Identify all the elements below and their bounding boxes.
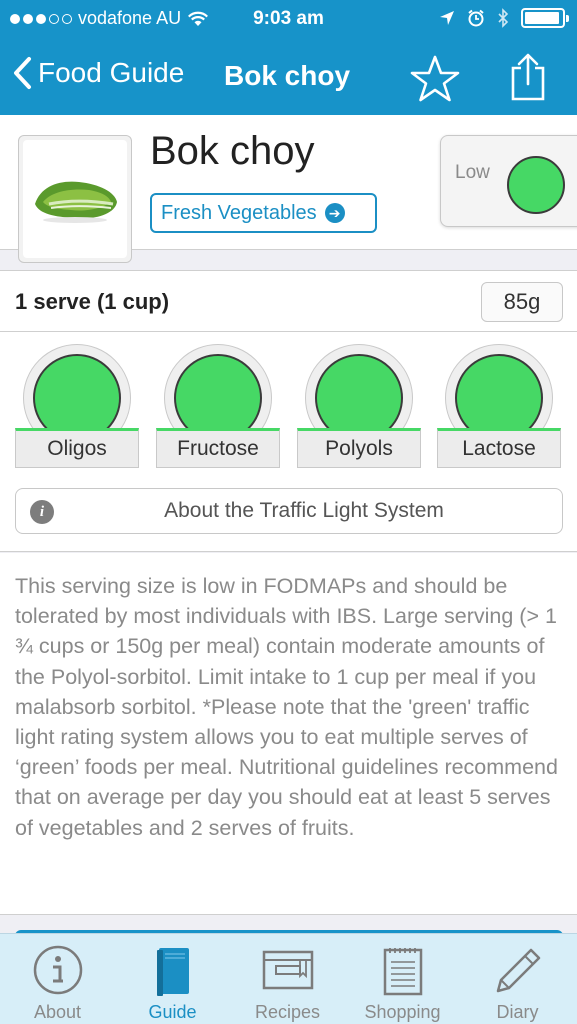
navigation-bar: Food Guide Bok choy [0, 40, 577, 115]
share-icon[interactable] [508, 52, 548, 102]
tab-label: Guide [148, 1002, 197, 1022]
info-icon [33, 945, 82, 995]
alarm-clock-icon [468, 9, 484, 27]
tab-label: About [33, 1002, 82, 1022]
arrow-right-circle-icon: ➔ [324, 203, 345, 223]
category-label: Fresh Vegetables [161, 201, 317, 224]
page-title: Bok choy [224, 60, 351, 91]
favorite-star-icon[interactable] [410, 54, 460, 102]
light-oligos[interactable]: Oligos [15, 344, 139, 468]
tab-label: Shopping [364, 1002, 441, 1022]
fodmap-lights-section: Oligos Fructose Polyols Lactose i About … [0, 332, 577, 552]
overall-rating-badge: Low [440, 135, 577, 227]
tab-label: Recipes [254, 1002, 321, 1022]
light-label: Oligos [15, 428, 139, 468]
back-button[interactable]: Food Guide [12, 56, 184, 90]
tab-recipes[interactable]: Recipes [230, 934, 345, 1024]
notepad-icon [383, 948, 422, 996]
tab-label: Diary [496, 1002, 539, 1022]
recipe-box-icon [262, 950, 313, 990]
serving-label: 1 serve (1 cup) [15, 289, 170, 314]
bluetooth-icon [498, 8, 509, 28]
book-icon [156, 948, 189, 996]
light-label: Fructose [156, 428, 280, 468]
battery-icon [521, 8, 569, 28]
tab-bar: About Guide Recipes Shopping Diary [0, 933, 577, 1024]
food-name: Bok choy [150, 129, 315, 173]
green-traffic-light-icon [507, 156, 565, 214]
status-icons [439, 8, 569, 28]
info-icon: i [30, 500, 54, 524]
serving-weight-badge: 85g [481, 282, 563, 322]
serving-description: This serving size is low in FODMAPs and … [0, 553, 577, 915]
light-fructose[interactable]: Fructose [156, 344, 280, 468]
about-traffic-light-button[interactable]: i About the Traffic Light System [15, 488, 563, 534]
serving-size-row: 1 serve (1 cup) 85g [0, 270, 577, 332]
tab-about[interactable]: About [0, 934, 115, 1024]
back-button-label: Food Guide [38, 57, 185, 88]
food-header: Bok choy Fresh Vegetables ➔ Low [0, 115, 577, 263]
status-bar: vodafone AU 9:03 am [0, 0, 577, 40]
overall-rating-label: Low [455, 162, 490, 183]
location-arrow-icon [440, 11, 454, 25]
food-thumbnail [18, 135, 132, 263]
light-label: Polyols [297, 428, 421, 468]
tab-diary[interactable]: Diary [460, 934, 575, 1024]
category-link-button[interactable]: Fresh Vegetables ➔ [150, 193, 377, 233]
about-traffic-light-label: About the Traffic Light System [164, 499, 444, 522]
tab-guide[interactable]: Guide [115, 934, 230, 1024]
pencil-icon [496, 948, 540, 993]
light-polyols[interactable]: Polyols [297, 344, 421, 468]
bok-choy-image [35, 181, 117, 223]
light-lactose[interactable]: Lactose [437, 344, 561, 468]
light-label: Lactose [437, 428, 561, 468]
tab-shopping[interactable]: Shopping [345, 934, 460, 1024]
chevron-left-icon [14, 57, 31, 89]
